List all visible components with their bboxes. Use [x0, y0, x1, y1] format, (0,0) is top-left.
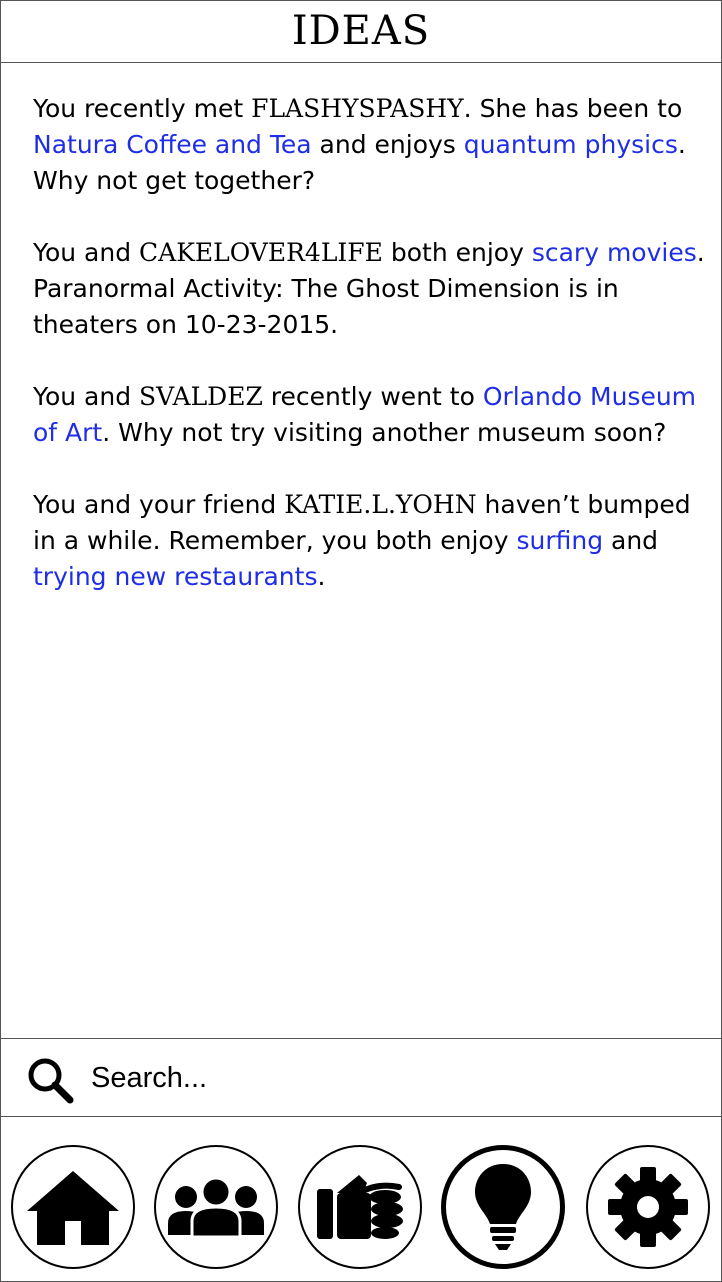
app-frame: IDEAS You recently met FLASHYSPASHY. She… — [0, 0, 722, 1282]
nav-bump-button[interactable] — [298, 1145, 422, 1269]
username-link[interactable]: KATIE.L.YOHN — [284, 490, 476, 519]
lightbulb-icon — [475, 1164, 531, 1250]
home-icon — [27, 1171, 119, 1245]
username-link[interactable]: FLASHYSPASHY — [251, 94, 464, 123]
username-link[interactable]: CAKELOVER4LIFE — [139, 238, 383, 267]
nav-settings-button[interactable] — [586, 1145, 710, 1269]
nav-friends-button[interactable] — [154, 1145, 278, 1269]
interest-link[interactable]: surfing — [516, 526, 603, 555]
place-link[interactable]: Natura Coffee and Tea — [33, 130, 312, 159]
idea-item: You and SVALDEZ recently went to Orlando… — [33, 382, 697, 447]
username-link[interactable]: SVALDEZ — [139, 382, 263, 411]
bottom-nav — [1, 1117, 721, 1281]
people-icon — [168, 1177, 264, 1237]
nav-home-button[interactable] — [11, 1145, 135, 1269]
idea-item: You recently met FLASHYSPASHY. She has b… — [33, 94, 686, 195]
interest-link[interactable]: quantum physics — [464, 130, 678, 159]
fist-bump-icon — [317, 1175, 403, 1239]
ideas-list: You recently met FLASHYSPASHY. She has b… — [33, 91, 705, 631]
idea-item: You and your friend KATIE.L.YOHN haven’t… — [33, 490, 691, 591]
interest-link[interactable]: trying new restaurants — [33, 562, 317, 591]
search-bar — [1, 1038, 721, 1117]
page-title: IDEAS — [291, 8, 431, 54]
header: IDEAS — [1, 1, 721, 63]
idea-item: You and CAKELOVER4LIFE both enjoy scary … — [33, 238, 705, 339]
gear-icon — [608, 1167, 688, 1247]
search-icon[interactable] — [25, 1055, 75, 1105]
interest-link[interactable]: scary movies — [532, 238, 697, 267]
search-input[interactable] — [91, 1057, 691, 1099]
nav-ideas-button[interactable] — [441, 1145, 565, 1269]
